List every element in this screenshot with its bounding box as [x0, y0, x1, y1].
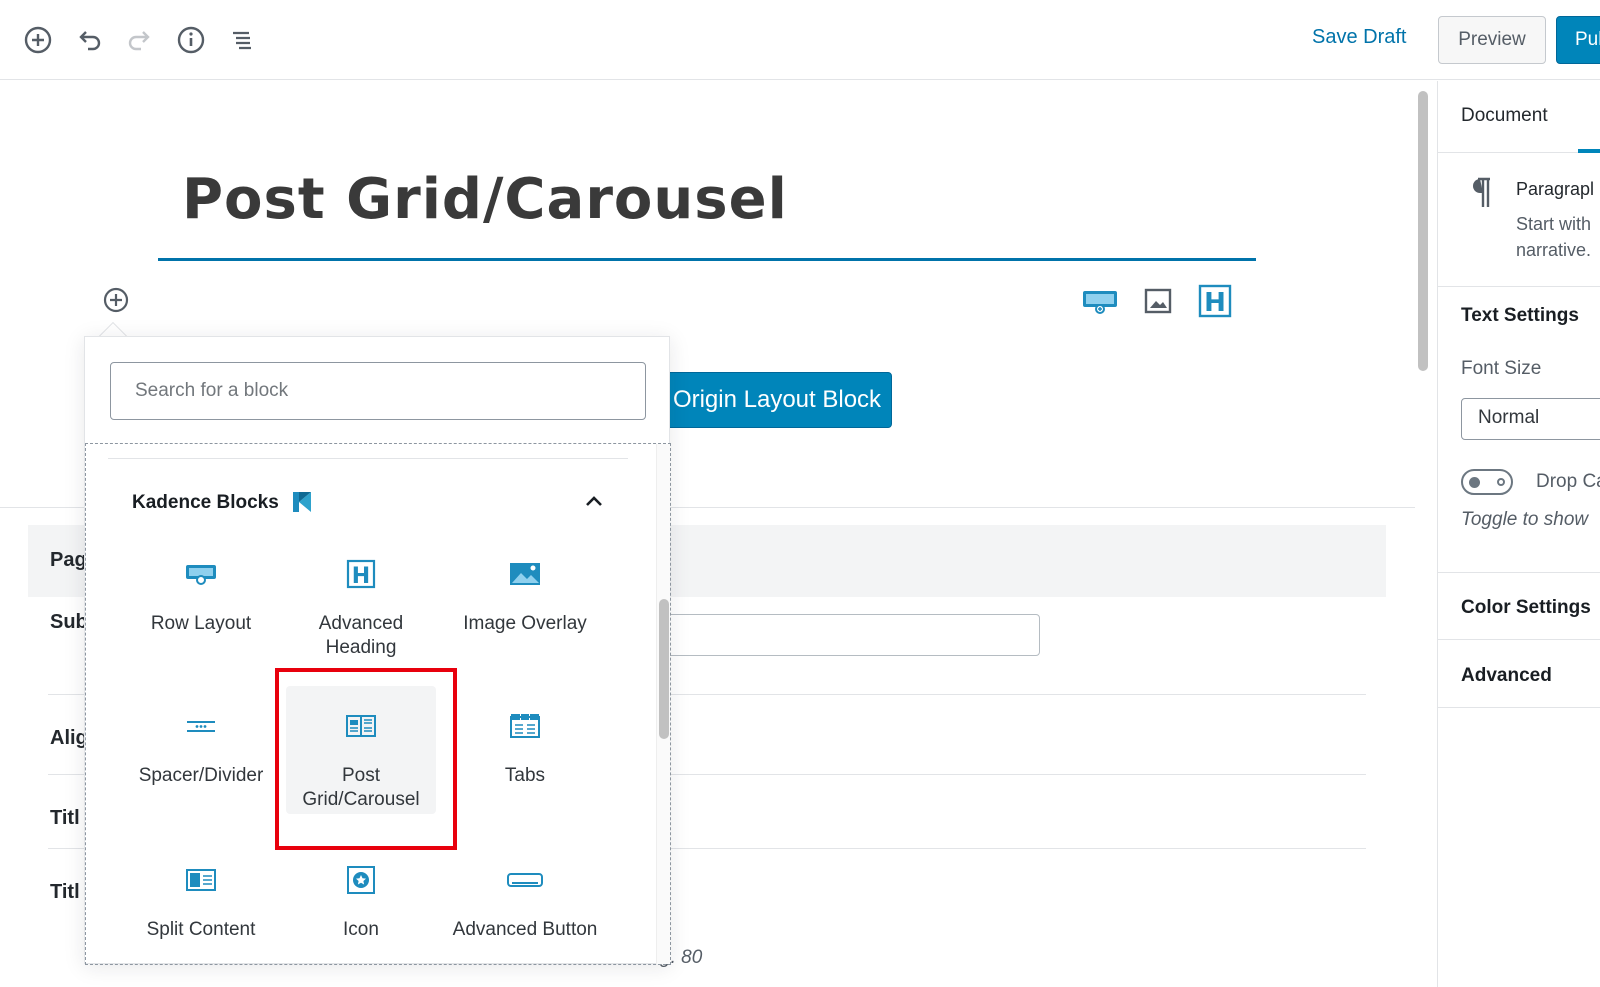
block-item-advanced-button[interactable]: Advanced Button	[450, 840, 600, 964]
image-icon[interactable]	[1140, 285, 1176, 317]
row-layout-icon	[183, 558, 219, 590]
sidebar-separator	[1438, 639, 1600, 640]
block-card-title: Paragrapl	[1516, 179, 1595, 199]
block-item-advanced-heading[interactable]: H Advanced Heading	[286, 534, 436, 662]
post-grid-icon	[343, 710, 379, 742]
inline-inserter-icon[interactable]	[101, 285, 131, 315]
font-size-label: Font Size	[1461, 358, 1542, 379]
advanced-button-icon	[507, 864, 543, 896]
settings-sidebar: Document Paragrapl Start with narrative.…	[1437, 81, 1600, 987]
block-item-spacer-divider[interactable]: Spacer/Divider	[126, 686, 276, 814]
info-icon[interactable]	[175, 24, 207, 56]
block-label: Post Grid/Carousel	[302, 765, 420, 810]
kadence-panel-title[interactable]: Kadence Blocks	[132, 492, 279, 514]
meta-row-label: Titl	[50, 881, 80, 903]
meta-row-label: Titl	[50, 807, 80, 829]
results-scrollbar[interactable]	[659, 599, 669, 739]
block-item-split-content[interactable]: Split Content	[126, 840, 276, 964]
spacer-divider-icon	[183, 710, 219, 742]
block-label: Image Overlay	[463, 613, 587, 634]
paragraph-icon	[1466, 175, 1494, 209]
publish-button[interactable]: Pul	[1556, 16, 1600, 64]
row-layout-icon[interactable]	[1082, 285, 1118, 317]
top-toolbar: Save Draft Preview Pul	[0, 0, 1600, 80]
preview-button[interactable]: Preview	[1438, 16, 1546, 64]
block-item-tabs[interactable]: Tabs	[450, 686, 600, 814]
drop-cap-label: Drop Ca	[1536, 471, 1600, 492]
color-settings-title[interactable]: Color Settings	[1461, 597, 1591, 619]
sidebar-tabs: Document	[1438, 81, 1600, 153]
svg-text:H: H	[352, 564, 370, 589]
font-size-select[interactable]: Normal ▼	[1461, 398, 1600, 440]
block-label: Row Layout	[150, 613, 252, 634]
kadence-logo-icon	[291, 490, 313, 514]
advanced-title[interactable]: Advanced	[1461, 665, 1552, 687]
results-separator	[108, 458, 628, 459]
svg-text:H: H	[1204, 288, 1226, 318]
post-title[interactable]: Post Grid/Carousel	[182, 167, 788, 232]
block-item-post-grid-carousel[interactable]: Post Grid/Carousel	[286, 686, 436, 814]
save-draft-link[interactable]: Save Draft	[1312, 26, 1406, 49]
block-card-description: Start with narrative.	[1516, 214, 1592, 260]
block-label: Split Content	[146, 919, 256, 940]
block-item-image-overlay[interactable]: Image Overlay	[450, 534, 600, 662]
meta-row-label: Sub	[50, 611, 88, 633]
block-card: Paragrapl Start with narrative.	[1438, 153, 1600, 287]
block-label: Advanced Button	[452, 919, 598, 940]
inserter-results: Kadence Blocks Row Layout H Advanced Hea…	[85, 443, 671, 965]
icon-block-icon	[343, 864, 379, 896]
toggle-off-indicator	[1497, 478, 1505, 486]
block-navigation-icon[interactable]	[226, 24, 258, 56]
block-item-row-layout[interactable]: Row Layout	[126, 534, 276, 662]
chevron-up-icon[interactable]	[582, 490, 606, 514]
drop-cap-toggle[interactable]	[1461, 469, 1513, 495]
block-label: Tabs	[504, 765, 546, 786]
split-content-icon	[183, 864, 219, 896]
drop-cap-help: Toggle to show	[1461, 509, 1589, 530]
meta-box-title: Pag	[50, 549, 87, 571]
tabs-icon	[507, 710, 543, 742]
redo-icon[interactable]	[124, 24, 156, 56]
add-block-icon[interactable]	[22, 24, 54, 56]
tab-document[interactable]: Document	[1461, 105, 1548, 127]
font-size-value: Normal	[1478, 407, 1540, 428]
title-underline	[158, 258, 1256, 261]
advanced-heading-icon: H	[343, 558, 379, 590]
block-inserter-popover: Kadence Blocks Row Layout H Advanced Hea…	[84, 336, 671, 965]
meta-row-label: Alig	[50, 727, 88, 749]
heading-icon[interactable]: H	[1197, 284, 1233, 318]
block-label: Advanced Heading	[318, 613, 404, 658]
toggle-knob	[1469, 477, 1480, 488]
sidebar-separator	[1438, 572, 1600, 573]
origin-layout-block-button[interactable]: Origin Layout Block	[662, 372, 892, 428]
block-label: Icon	[343, 919, 379, 940]
editor-scrollbar[interactable]	[1418, 91, 1428, 371]
subtitle-textarea[interactable]	[640, 614, 1040, 656]
block-item-icon[interactable]: Icon	[286, 840, 436, 964]
image-overlay-icon	[507, 558, 543, 590]
undo-icon[interactable]	[73, 24, 105, 56]
block-search-input[interactable]	[110, 362, 646, 420]
sidebar-separator	[1438, 707, 1600, 708]
text-settings-title[interactable]: Text Settings	[1461, 305, 1579, 327]
block-label: Spacer/Divider	[138, 765, 264, 786]
